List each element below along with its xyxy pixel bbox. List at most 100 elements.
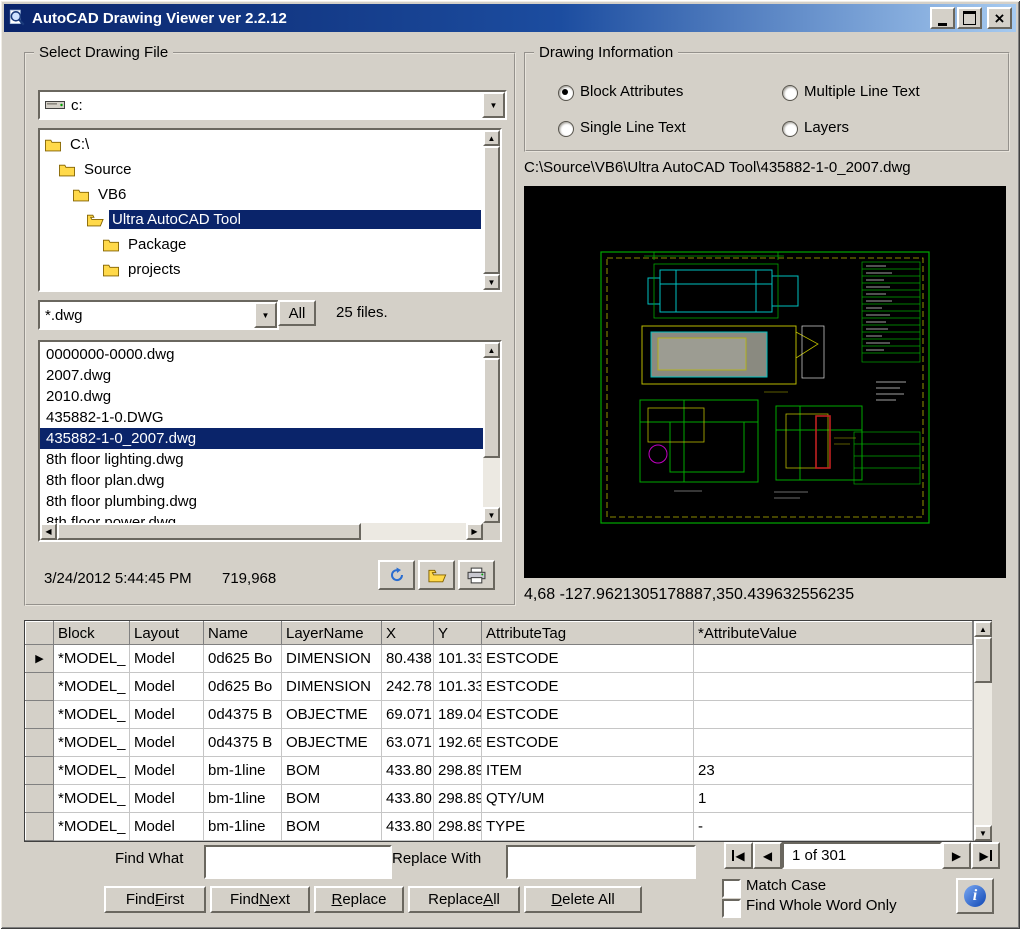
scrollbar-thumb[interactable] bbox=[974, 637, 992, 683]
grid-cell[interactable]: ESTCODE bbox=[482, 701, 694, 729]
grid-cell[interactable]: Model bbox=[130, 701, 204, 729]
file-list[interactable]: 0000000-0000.dwg 2007.dwg 2010.dwg 43588… bbox=[38, 340, 502, 542]
grid-cell[interactable]: Model bbox=[130, 645, 204, 673]
scrollbar-thumb[interactable] bbox=[57, 523, 361, 540]
tree-item[interactable]: Package bbox=[40, 232, 483, 257]
scroll-up-icon[interactable]: ▲ bbox=[483, 342, 500, 358]
column-header-attributetag[interactable]: AttributeTag bbox=[482, 622, 694, 645]
grid-row[interactable]: ▶ *MODEL_Model0d625 BoDIMENSION80.438101… bbox=[26, 645, 973, 673]
grid-cell[interactable]: DIMENSION bbox=[282, 673, 382, 701]
grid-cell[interactable]: 0d4375 B bbox=[204, 701, 282, 729]
about-button[interactable]: i bbox=[956, 878, 994, 914]
row-selector[interactable] bbox=[26, 757, 54, 785]
grid-scrollbar[interactable]: ▲ ▼ bbox=[973, 621, 992, 841]
grid-cell[interactable]: OBJECTME bbox=[282, 729, 382, 757]
grid-cell[interactable]: *MODEL_ bbox=[54, 757, 130, 785]
grid-cell[interactable]: 242.78 bbox=[382, 673, 434, 701]
grid-row[interactable]: *MODEL_Modelbm-1lineBOM433.80298.89TYPE- bbox=[26, 813, 973, 841]
replace-with-input[interactable] bbox=[506, 845, 696, 879]
column-header-attributevalue[interactable]: *AttributeValue bbox=[694, 622, 973, 645]
grid-cell[interactable]: 298.89 bbox=[434, 757, 482, 785]
grid-cell[interactable] bbox=[694, 673, 973, 701]
grid-cell[interactable]: QTY/UM bbox=[482, 785, 694, 813]
grid-cell[interactable]: 80.438 bbox=[382, 645, 434, 673]
replace-all-button[interactable]: Replace All bbox=[408, 886, 520, 913]
attributes-grid[interactable]: Block Layout Name LayerName X Y Attribut… bbox=[25, 621, 973, 841]
grid-cell[interactable]: BOM bbox=[282, 785, 382, 813]
file-item[interactable]: 8th floor lighting.dwg bbox=[40, 449, 483, 470]
whole-word-checkbox[interactable] bbox=[722, 899, 741, 918]
grid-cell[interactable]: 0d4375 B bbox=[204, 729, 282, 757]
dropdown-arrow-icon[interactable]: ▼ bbox=[254, 302, 277, 328]
grid-row[interactable]: *MODEL_Model0d4375 BOBJECTME63.071192.65… bbox=[26, 729, 973, 757]
tree-item[interactable]: projects bbox=[40, 257, 483, 282]
grid-cell[interactable]: *MODEL_ bbox=[54, 785, 130, 813]
grid-row[interactable]: *MODEL_Model0d4375 BOBJECTME69.071189.04… bbox=[26, 701, 973, 729]
scroll-up-icon[interactable]: ▲ bbox=[974, 621, 992, 637]
tree-item[interactable]: C:\ bbox=[40, 132, 483, 157]
grid-cell[interactable]: bm-1line bbox=[204, 757, 282, 785]
file-list-vscrollbar[interactable]: ▲ ▼ bbox=[483, 342, 500, 523]
maximize-button[interactable] bbox=[957, 7, 982, 29]
grid-cell[interactable]: 298.89 bbox=[434, 785, 482, 813]
grid-cell[interactable]: bm-1line bbox=[204, 813, 282, 841]
replace-button[interactable]: Replace bbox=[314, 886, 404, 913]
grid-cell[interactable]: TYPE bbox=[482, 813, 694, 841]
row-selector[interactable] bbox=[26, 813, 54, 841]
grid-cell[interactable]: *MODEL_ bbox=[54, 701, 130, 729]
grid-cell[interactable]: Model bbox=[130, 673, 204, 701]
close-button[interactable]: × bbox=[987, 7, 1012, 29]
grid-cell[interactable]: - bbox=[694, 813, 973, 841]
grid-cell[interactable]: Model bbox=[130, 757, 204, 785]
file-item[interactable]: 2007.dwg bbox=[40, 365, 483, 386]
file-item-selected[interactable]: 435882-1-0_2007.dwg bbox=[40, 428, 483, 449]
grid-cell[interactable]: 69.071 bbox=[382, 701, 434, 729]
tree-item[interactable]: Source bbox=[40, 157, 483, 182]
scroll-down-icon[interactable]: ▼ bbox=[483, 507, 500, 523]
print-button[interactable] bbox=[458, 560, 495, 590]
grid-row[interactable]: *MODEL_Modelbm-1lineBOM433.80298.89ITEM2… bbox=[26, 757, 973, 785]
grid-cell[interactable]: BOM bbox=[282, 757, 382, 785]
dropdown-arrow-icon[interactable]: ▼ bbox=[482, 92, 505, 118]
grid-cell[interactable]: 433.80 bbox=[382, 813, 434, 841]
grid-cell[interactable]: 189.04 bbox=[434, 701, 482, 729]
grid-cell[interactable]: 433.80 bbox=[382, 757, 434, 785]
row-selector[interactable] bbox=[26, 729, 54, 757]
file-item[interactable]: 435882-1-0.DWG bbox=[40, 407, 483, 428]
file-item[interactable]: 8th floor plan.dwg bbox=[40, 470, 483, 491]
row-selector[interactable] bbox=[26, 701, 54, 729]
tree-item[interactable]: VB6 bbox=[40, 182, 483, 207]
file-item[interactable]: 2010.dwg bbox=[40, 386, 483, 407]
grid-row[interactable]: *MODEL_Model0d625 BoDIMENSION242.78101.3… bbox=[26, 673, 973, 701]
grid-cell[interactable]: Model bbox=[130, 785, 204, 813]
match-case-checkbox[interactable] bbox=[722, 879, 741, 898]
grid-cell[interactable]: Model bbox=[130, 813, 204, 841]
file-item[interactable]: 0000000-0000.dwg bbox=[40, 344, 483, 365]
grid-cell[interactable] bbox=[694, 645, 973, 673]
file-item[interactable]: 8th floor power.dwg bbox=[40, 512, 483, 523]
scroll-right-icon[interactable]: ▶ bbox=[466, 523, 483, 540]
grid-cell[interactable]: 101.33 bbox=[434, 673, 482, 701]
open-folder-button[interactable] bbox=[418, 560, 455, 590]
find-first-button[interactable]: Find First bbox=[104, 886, 206, 913]
first-record-button[interactable]: ◀ bbox=[724, 842, 753, 869]
drive-combo[interactable]: c: ▼ bbox=[38, 90, 507, 120]
grid-cell[interactable]: 0d625 Bo bbox=[204, 645, 282, 673]
grid-cell[interactable]: ESTCODE bbox=[482, 673, 694, 701]
filter-combo[interactable]: *.dwg ▼ bbox=[38, 300, 279, 330]
row-selector[interactable]: ▶ bbox=[26, 645, 54, 673]
radio-block-attributes[interactable] bbox=[558, 85, 574, 101]
all-button[interactable]: All bbox=[278, 300, 316, 326]
file-item[interactable]: 8th floor plumbing.dwg bbox=[40, 491, 483, 512]
column-header-layout[interactable]: Layout bbox=[130, 622, 204, 645]
title-bar[interactable]: AutoCAD Drawing Viewer ver 2.2.12 × bbox=[4, 4, 1016, 32]
grid-cell[interactable]: 192.65 bbox=[434, 729, 482, 757]
directory-scrollbar[interactable]: ▲ ▼ bbox=[483, 130, 500, 290]
next-record-button[interactable]: ▶ bbox=[942, 842, 971, 869]
grid-cell[interactable]: *MODEL_ bbox=[54, 673, 130, 701]
grid-cell[interactable]: *MODEL_ bbox=[54, 729, 130, 757]
minimize-button[interactable] bbox=[930, 7, 955, 29]
grid-cell[interactable]: BOM bbox=[282, 813, 382, 841]
refresh-button[interactable] bbox=[378, 560, 415, 590]
radio-layers[interactable] bbox=[782, 121, 798, 137]
